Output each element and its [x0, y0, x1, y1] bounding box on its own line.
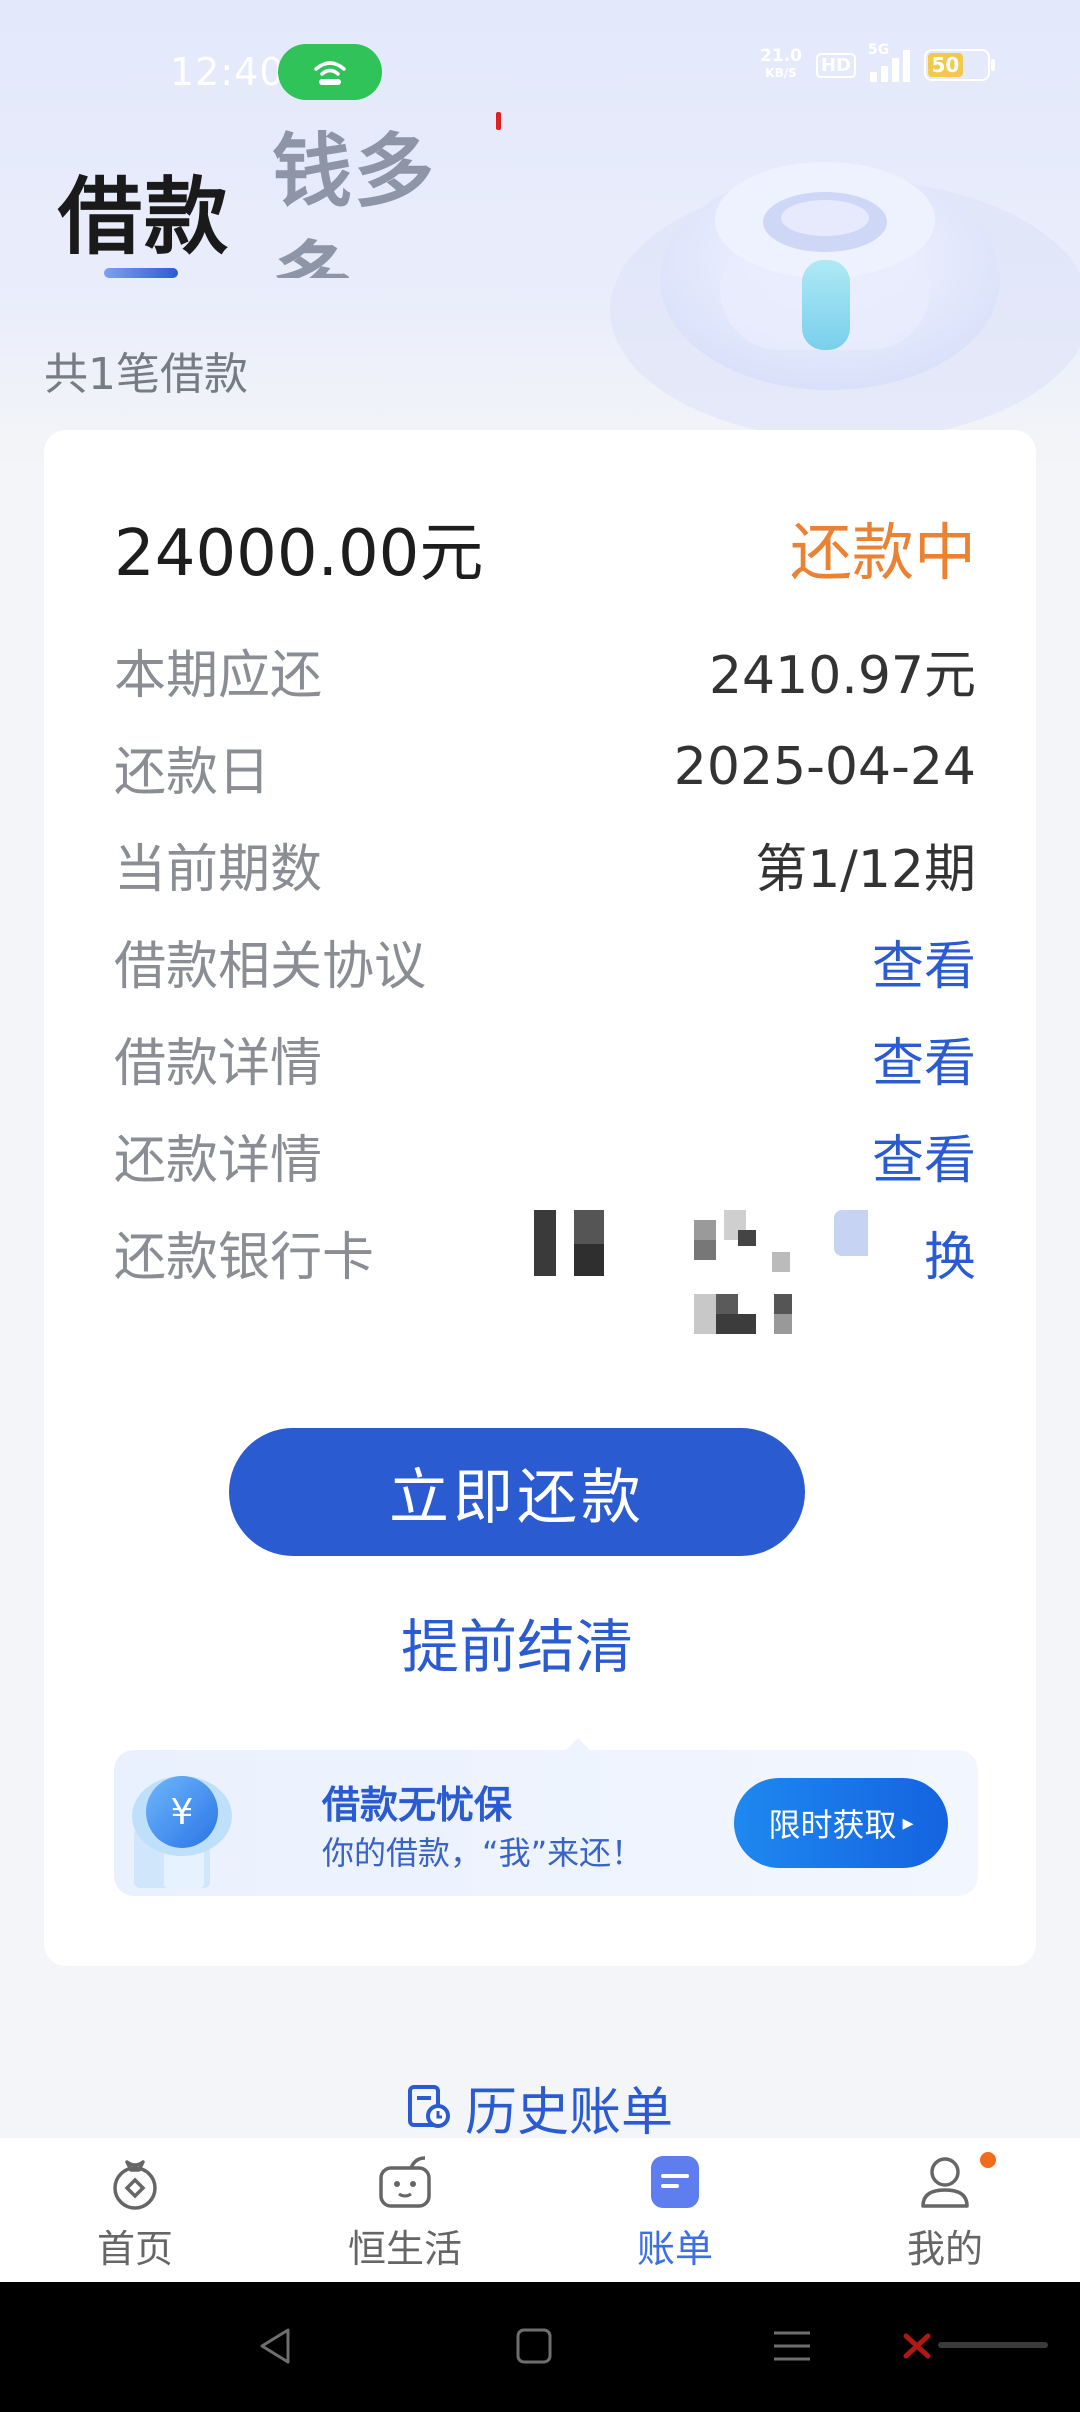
row-loan-details: 借款详情 查看	[114, 1018, 976, 1098]
nav-life[interactable]: 恒生活	[270, 2138, 540, 2282]
tab-loan[interactable]: 借款	[58, 150, 230, 271]
row-repay-date: 还款日 2025-04-24	[114, 727, 976, 807]
loan-card: 24000.00元 还款中 本期应还 2410.97元 还款日 2025-04-…	[44, 430, 1036, 1966]
nav-profile[interactable]: 我的	[810, 2138, 1080, 2282]
clock: 12:40	[170, 50, 285, 94]
recents-menu-icon[interactable]	[772, 2328, 812, 2364]
loan-status: 还款中	[789, 516, 976, 589]
row-label: 还款详情	[114, 1130, 323, 1191]
row-value: 2410.97元	[708, 645, 976, 706]
row-current-due: 本期应还 2410.97元	[114, 630, 976, 710]
tab-active-indicator	[104, 268, 178, 278]
promo-title: 借款无忧保	[322, 1783, 513, 1827]
history-bills-label: 历史账单	[464, 2083, 673, 2143]
signal-icon: 5G	[868, 42, 910, 82]
decorative-ring-illustration	[610, 162, 1080, 440]
life-tv-icon	[379, 2156, 431, 2208]
tab-qianduoduo[interactable]: 钱多多	[272, 118, 462, 278]
home-money-bag-icon	[113, 2160, 157, 2210]
bill-icon	[651, 2156, 699, 2208]
repay-now-button[interactable]: 立即还款	[229, 1428, 805, 1556]
row-label: 借款相关协议	[114, 936, 427, 997]
hotspot-icon	[314, 61, 346, 85]
yuan-coin-icon: ¥	[132, 1776, 232, 1888]
row-label: 还款日	[114, 742, 271, 803]
hotspot-indicator	[278, 44, 382, 100]
battery-level: 50	[928, 53, 963, 77]
row-current-period: 当前期数 第1/12期	[114, 824, 976, 904]
row-label: 本期应还	[114, 645, 323, 706]
status-bar: 12:40 21.0 KB/S HD 5G 50	[0, 0, 1080, 140]
insurance-promo-banner[interactable]: ¥ 借款无忧保 你的借款，“我”来还！ 限时获取 ▸	[114, 1750, 978, 1896]
view-repay-details-link[interactable]: 查看	[872, 1118, 976, 1193]
row-loan-agreements: 借款相关协议 查看	[114, 921, 976, 1001]
get-limited-offer-button[interactable]: 限时获取 ▸	[734, 1778, 948, 1868]
view-agreements-link[interactable]: 查看	[872, 924, 976, 999]
loan-count-text: 共1笔借款	[44, 349, 248, 400]
row-value: 第1/12期	[755, 839, 976, 900]
promo-subtitle: 你的借款，“我”来还！	[322, 1834, 644, 1872]
watermark	[902, 2330, 1048, 2360]
row-value: 2025-04-24	[673, 737, 976, 797]
network-speed: 21.0 KB/S	[760, 46, 802, 81]
early-settle-link[interactable]: 提前结清	[44, 1600, 990, 1684]
row-repay-details: 还款详情 查看	[114, 1115, 976, 1195]
hd-badge: HD	[815, 52, 856, 78]
red-marker	[496, 112, 501, 130]
profile-icon	[921, 2157, 969, 2208]
view-loan-details-link[interactable]: 查看	[872, 1021, 976, 1096]
row-label: 借款详情	[114, 1033, 323, 1094]
watermark-text-icon	[938, 2342, 1048, 2348]
history-bill-icon	[407, 2084, 450, 2128]
bottom-navigation: 首页 恒生活 账单 我的	[0, 2138, 1080, 2282]
nav-bills[interactable]: 账单	[540, 2138, 810, 2282]
masked-card-number	[534, 1210, 924, 1360]
history-bills-link[interactable]: 历史账单	[0, 2070, 1080, 2145]
arrow-right-icon: ▸	[902, 1810, 914, 1836]
battery-icon: 50	[924, 49, 995, 81]
svg-text:¥: ¥	[171, 1792, 194, 1833]
nav-home[interactable]: 首页	[0, 2138, 270, 2282]
loan-amount: 24000.00元	[114, 517, 484, 591]
row-label: 还款银行卡	[114, 1227, 375, 1288]
row-label: 当前期数	[114, 839, 323, 900]
back-icon[interactable]	[256, 2326, 296, 2366]
notification-dot	[980, 2152, 996, 2168]
change-card-link[interactable]: 换	[924, 1215, 976, 1290]
home-icon[interactable]	[516, 2328, 552, 2364]
watermark-logo-icon	[903, 2333, 931, 2359]
